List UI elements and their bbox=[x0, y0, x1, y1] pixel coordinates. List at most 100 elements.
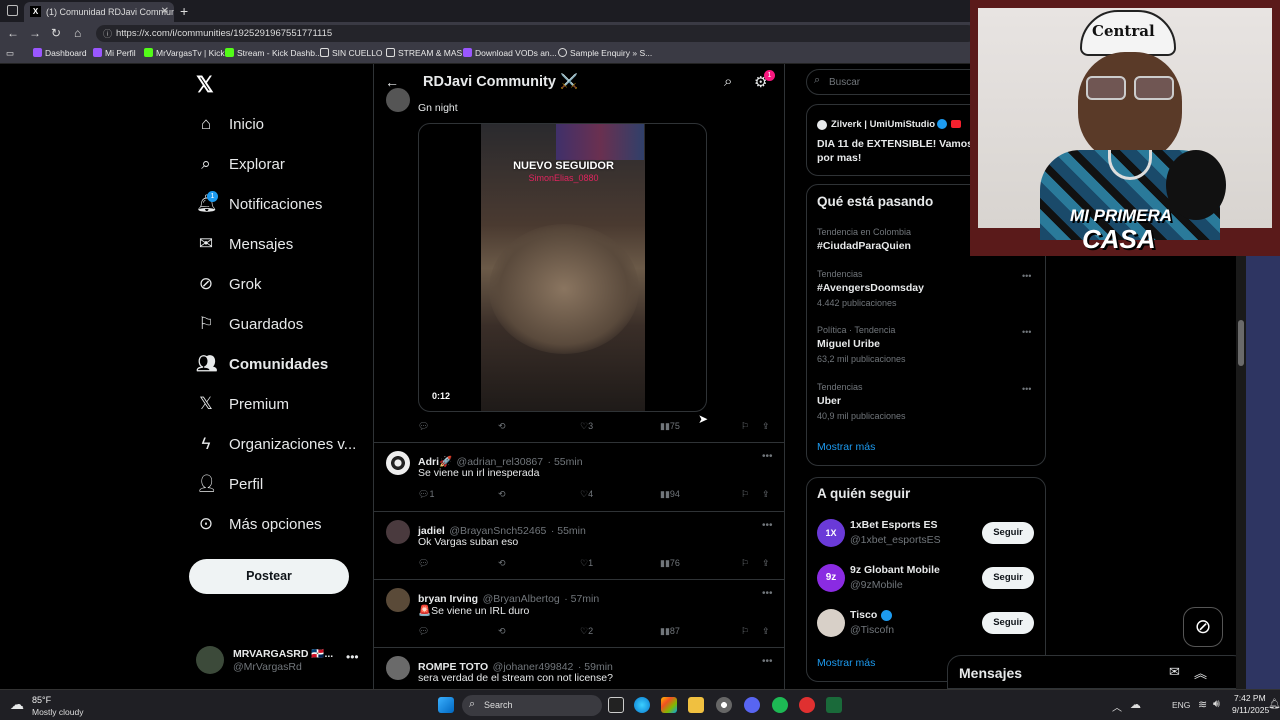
edge-icon[interactable] bbox=[634, 697, 650, 713]
excel-icon[interactable] bbox=[826, 697, 842, 713]
windows-start-icon[interactable] bbox=[438, 697, 454, 713]
grok-floating-button[interactable]: ⊘ bbox=[1183, 607, 1223, 647]
scrollbar-thumb[interactable] bbox=[1238, 320, 1244, 366]
retweet-icon[interactable]: ⟲ bbox=[498, 558, 506, 569]
nav-guardados[interactable]: ⚐ Guardados bbox=[196, 309, 303, 339]
address-bar[interactable]: ⓘ https://x.com/i/communities/1925291967… bbox=[96, 25, 976, 42]
share-icon[interactable]: ⇪ bbox=[762, 421, 770, 432]
bookmark-icon[interactable]: ⚐ bbox=[741, 489, 749, 500]
like-icon[interactable]: ♡ 3 bbox=[580, 421, 593, 432]
bookmark-icon[interactable]: ⚐ bbox=[741, 421, 749, 432]
forward-icon[interactable]: → bbox=[29, 26, 41, 40]
trend-item[interactable]: Política · Tendencia Miguel Uribe 63,2 m… bbox=[807, 323, 1045, 375]
discord-icon[interactable] bbox=[744, 697, 760, 713]
views-icon[interactable]: ▮▮ 76 bbox=[660, 558, 680, 569]
nav-grok[interactable]: ⊘ Grok bbox=[196, 269, 262, 299]
nav-inicio[interactable]: ⌂ Inicio bbox=[196, 109, 264, 139]
bookmark-sin-cuello[interactable]: SIN CUELLO bbox=[320, 48, 383, 58]
reply-icon[interactable]: 💬︎ 1 bbox=[418, 489, 434, 500]
search-icon[interactable]: ⌕ bbox=[724, 73, 732, 90]
bookmark-icon[interactable]: ⚐ bbox=[741, 558, 749, 569]
clock-date[interactable]: 9/11/2025 bbox=[1232, 705, 1269, 715]
browser-tab[interactable]: X (1) Comunidad RDJavi Communi ✕ bbox=[24, 2, 174, 22]
nav-comunidades[interactable]: 👥︎ Comunidades bbox=[196, 349, 328, 379]
more-dots-icon[interactable]: ••• bbox=[1022, 271, 1031, 281]
cloud-tray-icon[interactable]: ☁ bbox=[1130, 698, 1141, 711]
views-icon[interactable]: ▮▮ 87 bbox=[660, 626, 680, 637]
follow-button[interactable]: Seguir bbox=[982, 567, 1034, 589]
nav-mas-opciones[interactable]: ⊙ Más opciones bbox=[196, 509, 322, 539]
tweet[interactable]: ROMPE TOTO @johaner499842 · 59min ••• se… bbox=[374, 648, 784, 689]
retweet-icon[interactable]: ⟲ bbox=[498, 626, 506, 637]
like-icon[interactable]: ♡ 4 bbox=[580, 489, 593, 500]
window-menu-icon[interactable] bbox=[7, 5, 18, 16]
bookmark-sample-enquiry[interactable]: Sample Enquiry » S... bbox=[558, 48, 652, 58]
close-tab-icon[interactable]: ✕ bbox=[161, 6, 169, 17]
reply-icon[interactable]: 💬︎ bbox=[418, 421, 429, 432]
follow-button[interactable]: Seguir bbox=[982, 522, 1034, 544]
tweet[interactable]: jadiel @BrayanSnch52465 · 55min ••• Ok V… bbox=[374, 512, 784, 580]
share-icon[interactable]: ⇪ bbox=[762, 558, 770, 569]
home-icon[interactable]: ⌂ bbox=[74, 26, 81, 40]
obs-icon[interactable] bbox=[716, 697, 732, 713]
more-dots-icon[interactable]: ••• bbox=[762, 588, 773, 599]
reply-icon[interactable]: 💬︎ bbox=[418, 558, 429, 569]
bookmark-icon[interactable]: ⚐ bbox=[741, 626, 749, 637]
nav-mensajes[interactable]: ✉ Mensajes bbox=[196, 229, 293, 259]
views-icon[interactable]: ▮▮ 94 bbox=[660, 489, 680, 500]
follow-show-more-link[interactable]: Mostrar más bbox=[817, 657, 875, 669]
back-icon[interactable]: ← bbox=[7, 26, 19, 40]
account-switcher[interactable]: MRVARGASRD 🇩🇴... @MrVargasRd ••• bbox=[196, 644, 366, 680]
messages-drawer[interactable]: Mensajes ✉ ︽ bbox=[947, 655, 1247, 689]
site-info-icon[interactable]: ⓘ bbox=[103, 27, 112, 40]
task-view-icon[interactable] bbox=[608, 697, 624, 713]
reload-icon[interactable]: ↻ bbox=[51, 26, 61, 40]
more-dots-icon[interactable]: ••• bbox=[762, 451, 773, 462]
like-icon[interactable]: ♡ 2 bbox=[580, 626, 593, 637]
bookmark-download-vods[interactable]: Download VODs an... bbox=[463, 48, 557, 58]
clock-time[interactable]: 7:42 PM bbox=[1234, 693, 1266, 703]
more-dots-icon[interactable]: ••• bbox=[762, 656, 773, 667]
like-icon[interactable]: ♡ 1 bbox=[580, 558, 593, 569]
tweet-time[interactable]: · 55min bbox=[548, 456, 583, 468]
spotify-icon[interactable] bbox=[772, 697, 788, 713]
nav-explorar[interactable]: ⌕ Explorar bbox=[196, 149, 285, 179]
video-player[interactable]: NUEVO SEGUIDOR SimonElias_0880 0:12 bbox=[418, 123, 707, 412]
more-dots-icon[interactable]: ••• bbox=[1022, 327, 1031, 337]
nav-notificaciones[interactable]: 🔔︎ 1 Notificaciones bbox=[196, 189, 322, 219]
retweet-icon[interactable]: ⟲ bbox=[498, 489, 506, 500]
bookmark-collections-icon[interactable]: ▭ bbox=[6, 48, 14, 59]
bookmark-mi-perfil[interactable]: Mi Perfil bbox=[93, 48, 136, 58]
tweet[interactable]: bryan Irving @BryanAlbertog · 57min ••• … bbox=[374, 580, 784, 648]
notification-bell-icon[interactable]: 🔔︎ bbox=[1268, 699, 1280, 710]
trend-item[interactable]: Tendencias Uber 40,9 mil publicaciones •… bbox=[807, 380, 1045, 432]
bookmark-kick[interactable]: MrVargasTv | Kick bbox=[144, 48, 225, 58]
new-message-icon[interactable]: ✉ bbox=[1169, 664, 1180, 680]
weather-widget[interactable]: ☁ 85°F Mostly cloudy bbox=[10, 693, 100, 719]
copilot-icon[interactable] bbox=[661, 697, 677, 713]
bookmark-kick-dashboard[interactable]: Stream - Kick Dashb... bbox=[225, 48, 322, 58]
post-button[interactable]: Postear bbox=[189, 559, 349, 594]
share-icon[interactable]: ⇪ bbox=[762, 626, 770, 637]
more-dots-icon[interactable]: ••• bbox=[1022, 384, 1031, 394]
tweet-video-post[interactable]: Gn night NUEVO SEGUIDOR SimonElias_0880 … bbox=[374, 88, 784, 442]
tweet-time[interactable]: · 57min bbox=[564, 593, 599, 605]
app-icon[interactable] bbox=[799, 697, 815, 713]
reply-icon[interactable]: 💬︎ bbox=[418, 626, 429, 637]
bookmark-dashboard[interactable]: Dashboard bbox=[33, 48, 87, 58]
more-dots-icon[interactable]: ••• bbox=[762, 520, 773, 531]
retweet-icon[interactable]: ⟲ bbox=[498, 421, 506, 432]
show-more-link[interactable]: Mostrar más bbox=[817, 441, 875, 453]
nav-premium[interactable]: 𝕏 Premium bbox=[196, 389, 289, 419]
views-icon[interactable]: ▮▮ 75 bbox=[660, 421, 680, 432]
nav-perfil[interactable]: 👤︎ Perfil bbox=[196, 469, 263, 499]
follow-button[interactable]: Seguir bbox=[982, 612, 1034, 634]
x-logo-icon[interactable]: 𝕏 bbox=[196, 72, 214, 98]
wifi-icon[interactable]: ≋ bbox=[1198, 698, 1207, 711]
language-indicator[interactable]: ENG bbox=[1172, 700, 1190, 710]
share-icon[interactable]: ⇪ bbox=[762, 489, 770, 500]
volume-icon[interactable]: 🔊︎ bbox=[1213, 698, 1220, 711]
tweet-time[interactable]: · 55min bbox=[551, 525, 586, 537]
expand-icon[interactable]: ︽ bbox=[1194, 663, 1207, 682]
tweet[interactable]: Adri🚀 @adrian_rel30867 · 55min ••• Se vi… bbox=[374, 443, 784, 511]
